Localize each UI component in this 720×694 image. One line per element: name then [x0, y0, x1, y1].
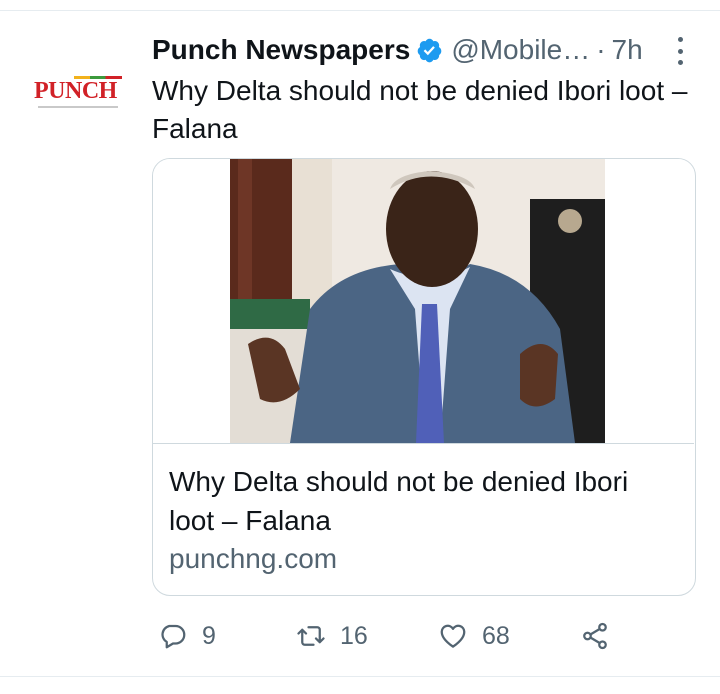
retweet-count: 16 — [340, 621, 368, 650]
card-title[interactable]: Why Delta should not be denied Ibori loo… — [169, 462, 679, 540]
like-button[interactable]: 68 — [438, 618, 510, 654]
author-handle[interactable]: @Mobile… — [451, 34, 590, 66]
tweet-header: Punch Newspapers @Mobile… · 7h — [152, 30, 712, 70]
author-name[interactable]: Punch Newspapers — [152, 34, 410, 66]
avatar[interactable]: PUNCH — [16, 44, 132, 160]
verified-badge-icon — [417, 38, 442, 62]
tweet-actions: 9 16 68 — [152, 618, 712, 654]
more-dot — [677, 48, 683, 54]
top-divider — [0, 10, 720, 11]
share-icon — [583, 622, 607, 650]
retweet-icon — [297, 626, 325, 646]
reply-count: 9 — [202, 621, 216, 650]
tweet-text: Why Delta should not be denied Ibori loo… — [152, 75, 688, 144]
retweet-button[interactable]: 16 — [296, 618, 368, 654]
link-preview-card[interactable]: Why Delta should not be denied Ibori loo… — [152, 158, 696, 596]
more-dot — [677, 60, 683, 65]
punch-logo: PUNCH — [34, 78, 117, 104]
like-count: 68 — [482, 621, 510, 650]
reply-icon — [161, 624, 186, 649]
more-dot — [677, 37, 683, 42]
heart-icon — [440, 624, 466, 648]
header-separator: · — [596, 34, 606, 65]
card-photo — [230, 159, 605, 443]
tweet-timestamp[interactable]: 7h — [612, 34, 643, 66]
reply-button[interactable]: 9 — [158, 618, 216, 654]
logo-tagline — [38, 106, 118, 108]
more-vertical-icon[interactable] — [670, 34, 690, 68]
bottom-divider — [0, 676, 720, 677]
share-button[interactable] — [580, 618, 610, 654]
card-image[interactable] — [153, 159, 694, 443]
card-separator — [153, 443, 694, 444]
card-domain[interactable]: punchng.com — [169, 543, 337, 575]
